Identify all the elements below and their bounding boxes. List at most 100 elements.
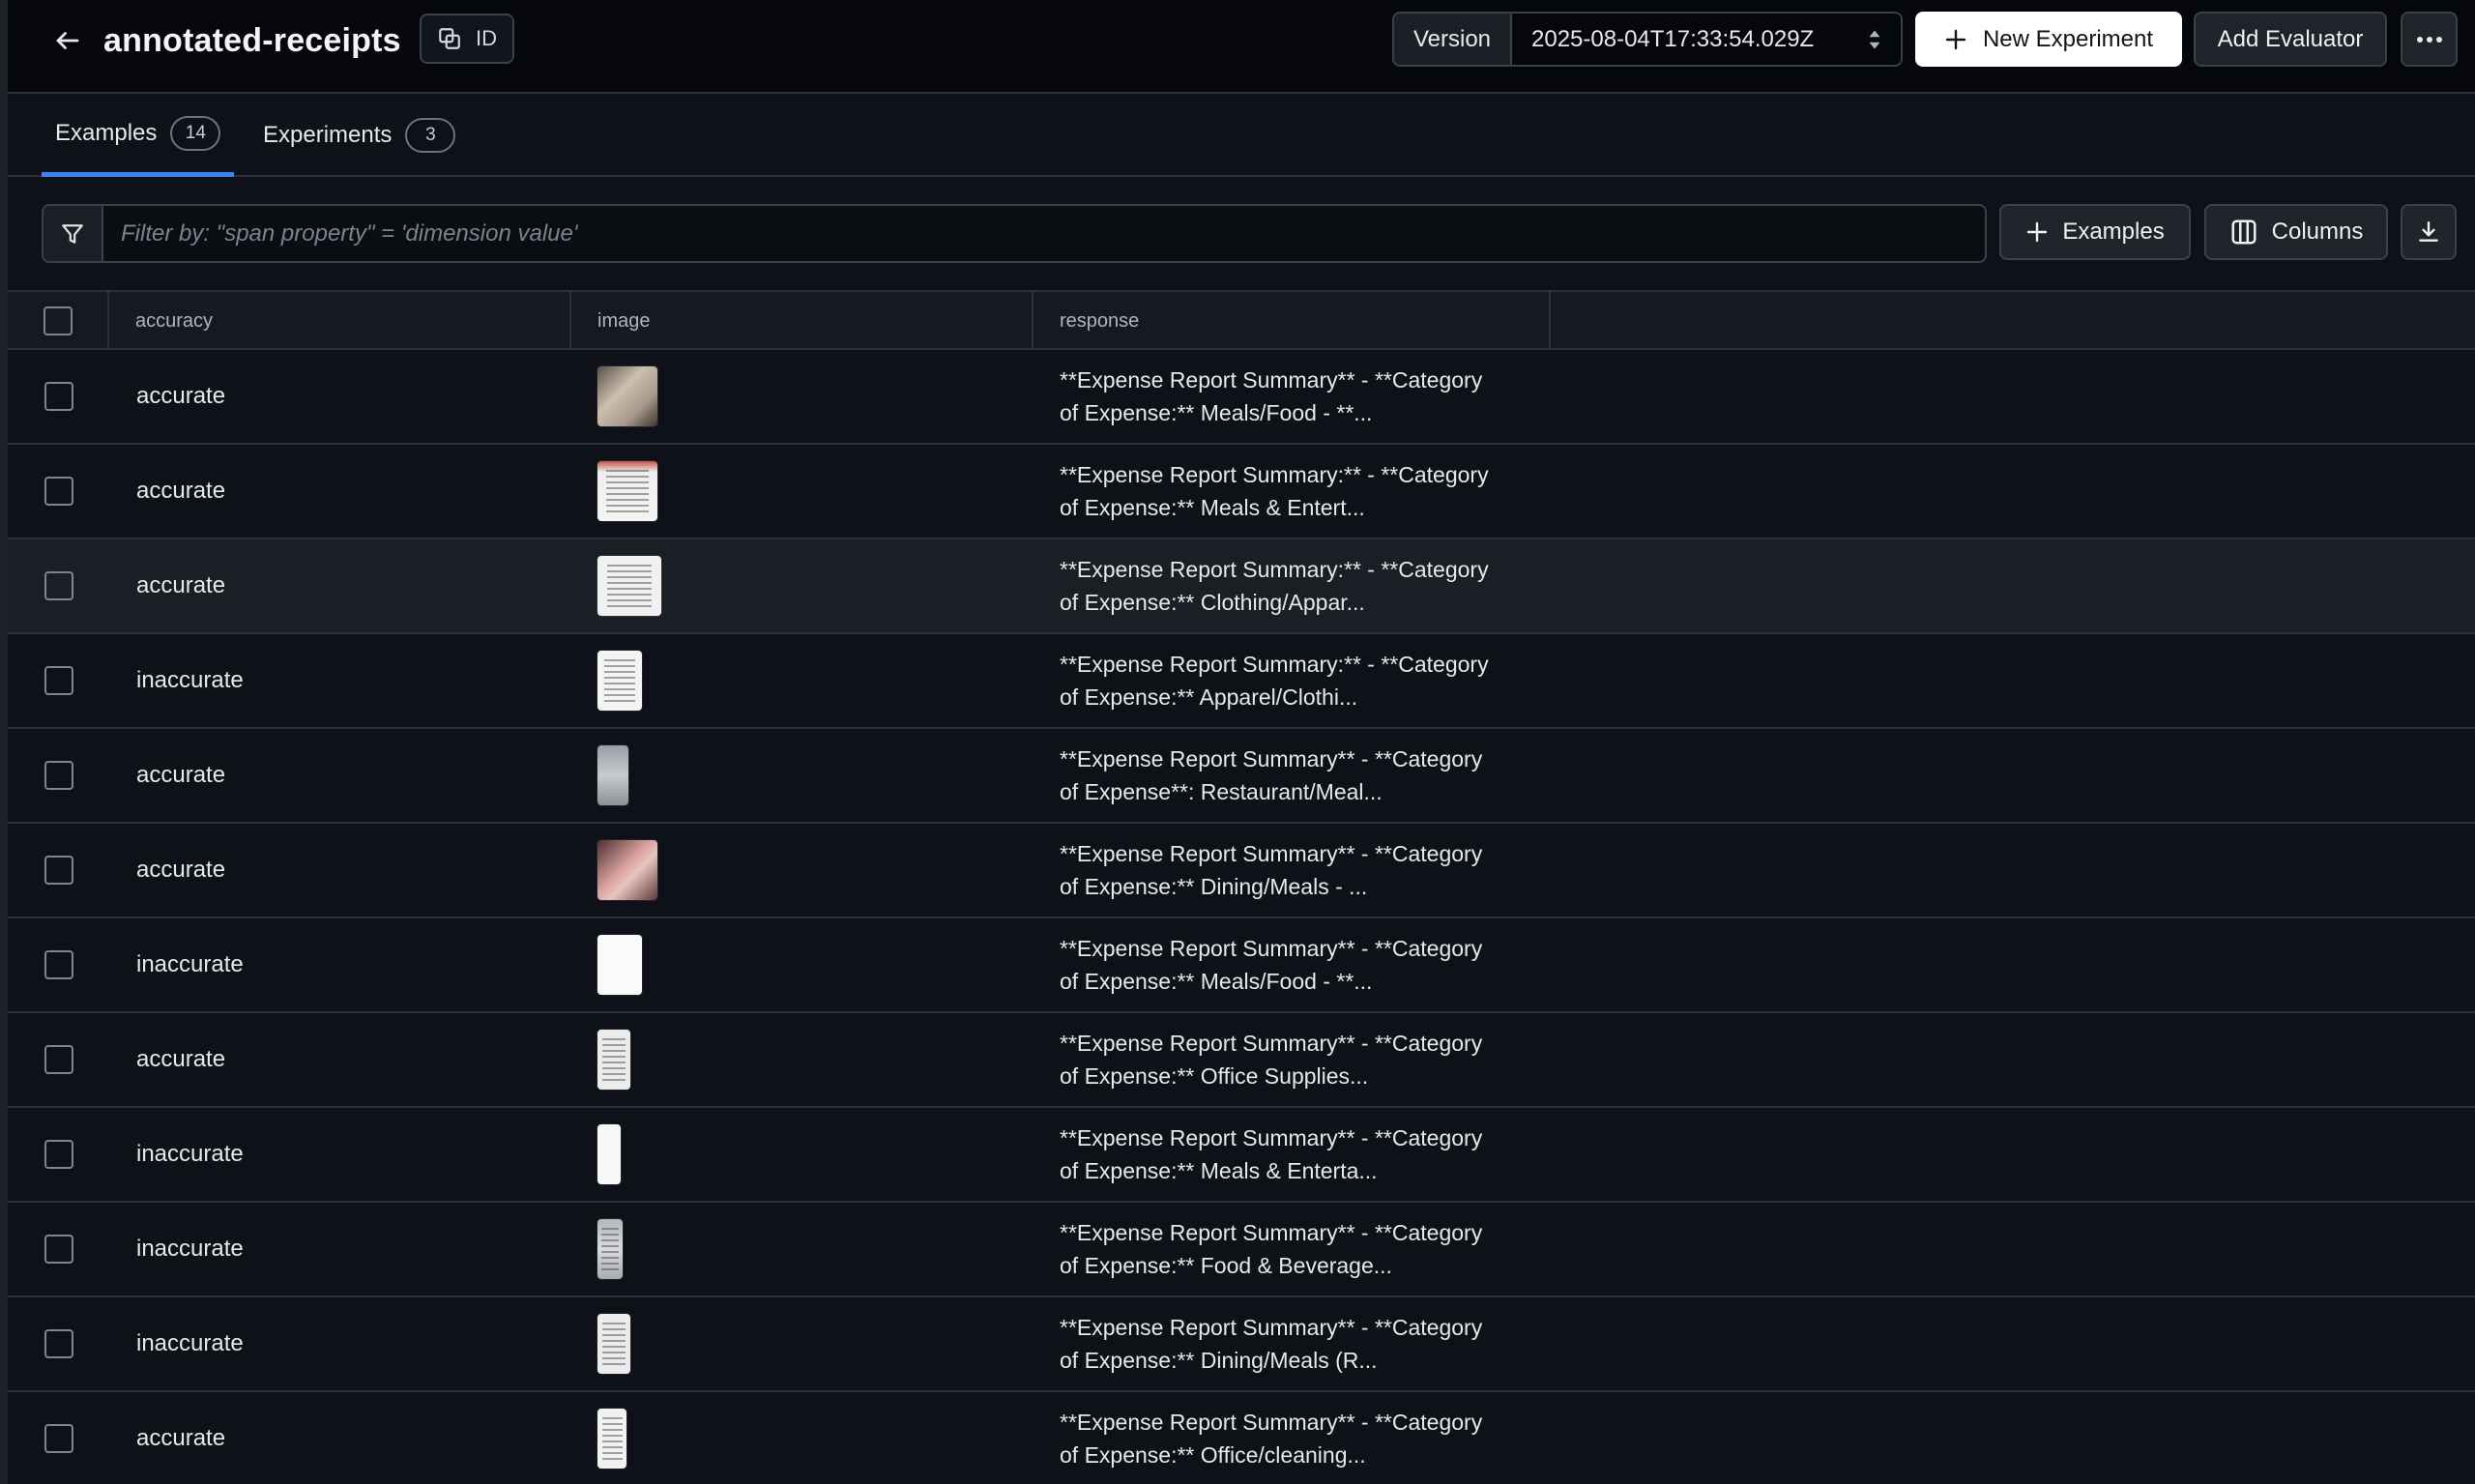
tab-bar: Examples 14 Experiments 3 [8, 94, 2475, 177]
image-cell [597, 729, 628, 822]
row-select-cell [8, 918, 109, 1011]
tab-experiments-count: 3 [405, 118, 456, 153]
receipt-thumbnail[interactable] [597, 366, 657, 426]
add-evaluator-button[interactable]: Add Evaluator [2194, 12, 2387, 67]
receipt-thumbnail[interactable] [597, 935, 642, 995]
response-cell: **Expense Report Summary** - **Category … [1060, 1031, 1483, 1089]
row-checkbox[interactable] [44, 950, 73, 979]
image-cell [597, 1203, 623, 1295]
select-all-cell [8, 292, 109, 350]
row-select-cell [8, 1392, 109, 1484]
response-cell: **Expense Report Summary** - **Category … [1060, 841, 1483, 899]
row-checkbox[interactable] [44, 571, 73, 600]
receipt-thumbnail[interactable] [597, 1219, 623, 1279]
accuracy-cell: inaccurate [136, 1236, 244, 1262]
accuracy-cell: accurate [136, 478, 226, 504]
response-cell: **Expense Report Summary** - **Category … [1060, 1125, 1483, 1183]
image-cell [597, 1108, 621, 1201]
row-select-cell [8, 729, 109, 822]
image-cell [597, 445, 657, 538]
version-select[interactable]: 2025-08-04T17:33:54.029Z [1512, 14, 1901, 65]
receipt-text-lines [602, 1037, 626, 1082]
receipt-thumbnail[interactable] [597, 1030, 630, 1090]
filter-button[interactable] [44, 206, 103, 261]
row-checkbox[interactable] [44, 666, 73, 695]
add-evaluator-label: Add Evaluator [2217, 25, 2364, 52]
receipt-thumbnail[interactable] [597, 840, 657, 900]
accuracy-cell: accurate [136, 857, 226, 883]
table-row[interactable]: inaccurate **Expense Report Summary** - *… [8, 1108, 2475, 1203]
receipt-text-lines [601, 1416, 623, 1461]
table-row[interactable]: accurate **Expense Report Summary** - **C… [8, 350, 2475, 445]
back-button[interactable] [46, 19, 89, 62]
row-checkbox[interactable] [44, 1140, 73, 1169]
receipt-thumbnail[interactable] [597, 556, 661, 616]
table-row[interactable]: inaccurate **Expense Report Summary:** - … [8, 634, 2475, 729]
image-cell [597, 1392, 626, 1484]
row-checkbox[interactable] [44, 1235, 73, 1264]
table-row[interactable]: inaccurate **Expense Report Summary** - *… [8, 918, 2475, 1013]
table-row[interactable]: accurate **Expense Report Summary** - **C… [8, 824, 2475, 918]
table-body: accurate **Expense Report Summary** - **C… [8, 350, 2475, 1484]
image-cell [597, 918, 642, 1011]
select-all-checkbox[interactable] [43, 306, 73, 335]
table-row[interactable]: accurate **Expense Report Summary:** - **… [8, 445, 2475, 539]
receipt-thumbnail[interactable] [597, 1314, 630, 1374]
receipt-thumbnail[interactable] [597, 1409, 626, 1469]
accuracy-cell: inaccurate [136, 951, 244, 977]
image-cell [597, 634, 642, 727]
version-selector: Version 2025-08-04T17:33:54.029Z [1392, 12, 1903, 67]
image-cell [597, 824, 657, 917]
new-experiment-button[interactable]: New Experiment [1915, 12, 2182, 67]
top-header: annotated-receipts ID Version 2025-08-04… [8, 0, 2475, 94]
response-cell: **Expense Report Summary:** - **Category… [1060, 557, 1489, 615]
more-options-button[interactable] [2401, 12, 2458, 67]
columns-button[interactable]: Columns [2204, 204, 2388, 260]
table-row[interactable]: accurate **Expense Report Summary** - **C… [8, 1013, 2475, 1108]
row-checkbox[interactable] [44, 1329, 73, 1358]
image-cell [597, 539, 661, 632]
page-title: annotated-receipts [103, 22, 401, 59]
app-root: annotated-receipts ID Version 2025-08-04… [0, 0, 2475, 1484]
add-examples-label: Examples [2062, 218, 2165, 245]
new-experiment-label: New Experiment [1982, 25, 2154, 52]
tab-experiments[interactable]: Experiments 3 [249, 94, 469, 177]
row-checkbox[interactable] [44, 382, 73, 411]
response-cell: **Expense Report Summary** - **Category … [1060, 746, 1483, 804]
arrow-left-icon [56, 32, 79, 49]
row-checkbox[interactable] [44, 1424, 73, 1453]
receipt-thumbnail[interactable] [597, 461, 657, 521]
image-cell [597, 1013, 630, 1106]
column-header-image[interactable]: image [571, 292, 1034, 350]
row-select-cell [8, 539, 109, 632]
add-examples-button[interactable]: Examples [1999, 204, 2191, 260]
table-row[interactable]: accurate **Expense Report Summary** - **C… [8, 1392, 2475, 1484]
row-checkbox[interactable] [44, 477, 73, 506]
filter-input[interactable] [103, 206, 1985, 261]
download-icon [2419, 221, 2438, 242]
receipt-thumbnail[interactable] [597, 651, 642, 711]
tab-examples-label: Examples [55, 119, 158, 146]
column-header-accuracy[interactable]: accuracy [109, 292, 571, 350]
row-checkbox[interactable] [44, 761, 73, 790]
table-row[interactable]: accurate **Expense Report Summary:** - **… [8, 539, 2475, 634]
receipt-thumbnail[interactable] [597, 1124, 621, 1184]
filter-bar [42, 204, 1987, 263]
table-row[interactable]: inaccurate **Expense Report Summary** - *… [8, 1297, 2475, 1392]
columns-label: Columns [2271, 218, 2364, 245]
copy-id-button[interactable]: ID [420, 14, 514, 64]
response-cell: **Expense Report Summary** - **Category … [1060, 367, 1483, 425]
receipt-text-lines [603, 658, 636, 703]
download-button[interactable] [2401, 204, 2457, 260]
table-row[interactable]: inaccurate **Expense Report Summary** - *… [8, 1203, 2475, 1297]
tab-examples[interactable]: Examples 14 [42, 94, 235, 177]
plus-icon [2027, 221, 2048, 243]
row-checkbox[interactable] [44, 1045, 73, 1074]
table-row[interactable]: accurate **Expense Report Summary** - **C… [8, 729, 2475, 824]
column-header-response[interactable]: response [1034, 292, 1551, 350]
row-checkbox[interactable] [44, 856, 73, 885]
tab-examples-count: 14 [170, 115, 221, 151]
receipt-thumbnail[interactable] [597, 745, 628, 805]
response-cell: **Expense Report Summary** - **Category … [1060, 1220, 1483, 1278]
row-select-cell [8, 1297, 109, 1390]
